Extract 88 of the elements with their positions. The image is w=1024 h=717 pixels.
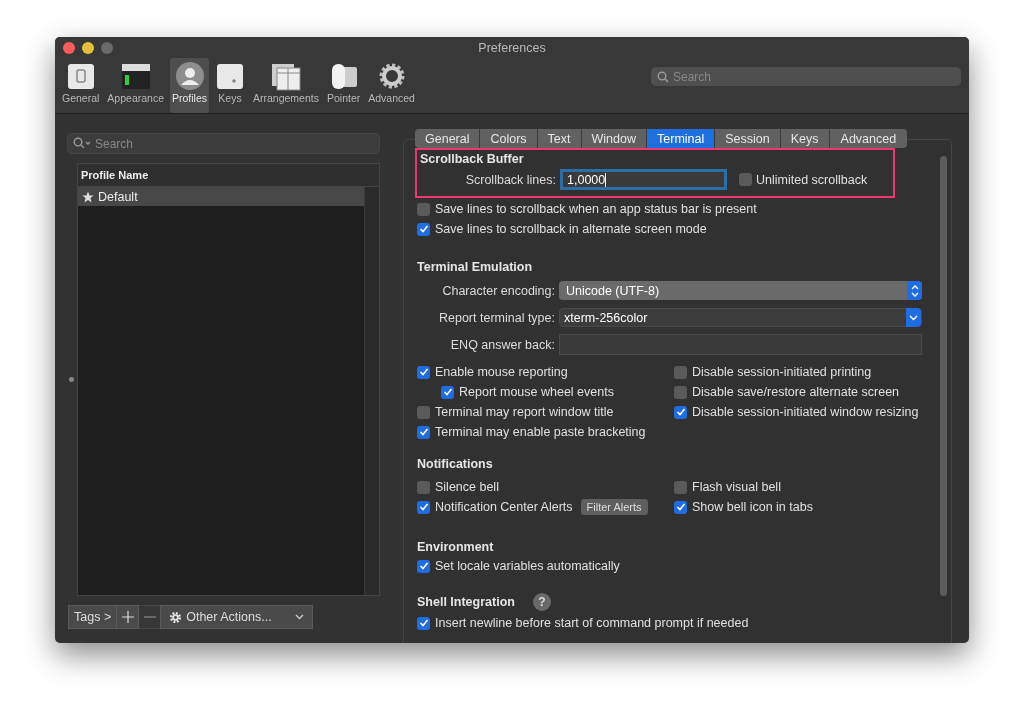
field-label: Report terminal type: <box>437 310 555 325</box>
checkbox-label[interactable]: Show bell icon in tabs <box>692 500 813 514</box>
checkbox-label[interactable]: Disable session-initiated printing <box>692 365 872 379</box>
checkbox[interactable] <box>417 616 430 630</box>
checkbox-label[interactable]: Unlimited scrollback <box>756 172 868 187</box>
checkbox-label[interactable]: Enable mouse reporting <box>435 365 568 379</box>
chevron-down-icon <box>906 308 921 327</box>
checkbox[interactable] <box>674 385 687 399</box>
enq-answer-field[interactable] <box>559 334 922 355</box>
checkbox-label[interactable]: Report mouse wheel events <box>459 385 614 399</box>
toolbar-item[interactable]: Appearance <box>105 58 166 113</box>
checkbox[interactable] <box>441 385 454 399</box>
checkbox[interactable] <box>674 365 687 379</box>
close-button[interactable] <box>63 42 75 54</box>
chevron-down-icon <box>295 614 305 620</box>
tab[interactable]: Terminal <box>647 129 716 148</box>
toolbar-item[interactable]: Pointer <box>324 58 363 113</box>
terminal-window-icon <box>120 61 151 91</box>
field-label: Character encoding: <box>441 283 555 298</box>
checkbox-label[interactable]: Set locale variables automatically <box>435 559 620 573</box>
checkbox-label[interactable]: Silence bell <box>435 480 499 494</box>
checkbox[interactable] <box>739 173 752 186</box>
filter-alerts-button[interactable]: Filter Alerts <box>580 499 648 515</box>
checkbox[interactable] <box>674 480 687 494</box>
search-field[interactable]: Search <box>67 133 380 154</box>
search-icon <box>73 137 91 149</box>
other-actions-button[interactable]: Other Actions... <box>160 605 314 629</box>
windows-icon <box>271 61 301 91</box>
plus-icon <box>121 611 134 623</box>
checkbox[interactable] <box>417 202 430 216</box>
star-icon <box>82 190 94 203</box>
tags-button[interactable]: Tags > <box>68 605 118 629</box>
checkbox-label[interactable]: Notification Center Alerts <box>435 500 573 514</box>
tab[interactable]: Window <box>581 129 647 148</box>
gear-icon <box>169 610 183 624</box>
field-label: Scrollback lines: <box>464 172 556 187</box>
checkbox[interactable] <box>417 559 430 573</box>
checkbox[interactable] <box>674 500 687 514</box>
up-down-chevron-icon <box>907 281 922 300</box>
window-title: Preferences <box>478 40 546 55</box>
checkbox-label[interactable]: Save lines to scrollback in alternate screen mode <box>435 222 707 236</box>
column-header[interactable]: Profile Name <box>78 169 149 181</box>
checkbox[interactable] <box>417 425 430 439</box>
checkbox-label[interactable]: Insert newline before start of command prompt if needed <box>435 616 749 630</box>
toolbar-item[interactable]: Profiles <box>170 58 209 113</box>
tab[interactable]: Session <box>715 129 781 148</box>
section-title: Terminal Emulation <box>417 260 534 274</box>
toolbar-item[interactable]: Arrangements <box>251 58 321 113</box>
checkbox[interactable] <box>674 405 687 419</box>
encoding-dropdown[interactable]: Unicode (UTF-8) <box>559 281 922 300</box>
toolbar-item[interactable]: Keys <box>213 58 247 113</box>
checkbox[interactable] <box>417 365 430 379</box>
tab[interactable]: Advanced <box>829 129 908 148</box>
terminal-type-combo[interactable]: xterm-256color <box>559 308 922 327</box>
toolbar-item[interactable]: General <box>60 58 102 113</box>
checkbox-label[interactable]: Terminal may report window title <box>435 405 614 419</box>
profile-row[interactable]: Default <box>78 187 364 206</box>
minimize-button[interactable] <box>82 42 94 54</box>
switch-icon <box>65 61 96 91</box>
checkbox[interactable] <box>417 500 430 514</box>
help-button[interactable]: ? <box>532 593 551 611</box>
search-field[interactable]: Search <box>651 67 961 86</box>
checkbox-label[interactable]: Terminal may enable paste bracketing <box>435 425 646 439</box>
user-icon <box>174 61 205 91</box>
tab[interactable]: General <box>415 129 481 148</box>
scrollbar-thumb[interactable] <box>940 156 947 596</box>
checkbox-label[interactable]: Flash visual bell <box>692 480 781 494</box>
tab[interactable]: Text <box>537 129 582 148</box>
section-title: Scrollback Buffer <box>420 152 524 166</box>
keyboard-key-icon <box>215 61 245 91</box>
checkbox-label[interactable]: Disable session-initiated window resizing <box>692 405 919 419</box>
checkbox[interactable] <box>417 405 430 419</box>
section-title: Notifications <box>417 457 494 471</box>
checkbox-label[interactable]: Disable save/restore alternate screen <box>692 385 900 399</box>
splitter-handle[interactable] <box>69 377 74 382</box>
tab[interactable]: Keys <box>780 129 830 148</box>
section-title: Shell Integration <box>417 595 515 609</box>
checkbox[interactable] <box>417 480 430 494</box>
add-button[interactable] <box>116 605 140 629</box>
zoom-button[interactable] <box>101 42 113 54</box>
toolbar-item[interactable]: Advanced <box>366 58 417 113</box>
checkbox-label[interactable]: Save lines to scrollback when an app status bar is present <box>435 202 757 216</box>
checkbox[interactable] <box>417 222 430 236</box>
search-icon <box>657 71 669 83</box>
tab[interactable]: Colors <box>480 129 538 148</box>
scrollback-lines-field[interactable]: 1,0000 <box>560 169 727 190</box>
section-title: Environment <box>417 540 495 554</box>
field-label: ENQ answer back: <box>449 337 555 352</box>
